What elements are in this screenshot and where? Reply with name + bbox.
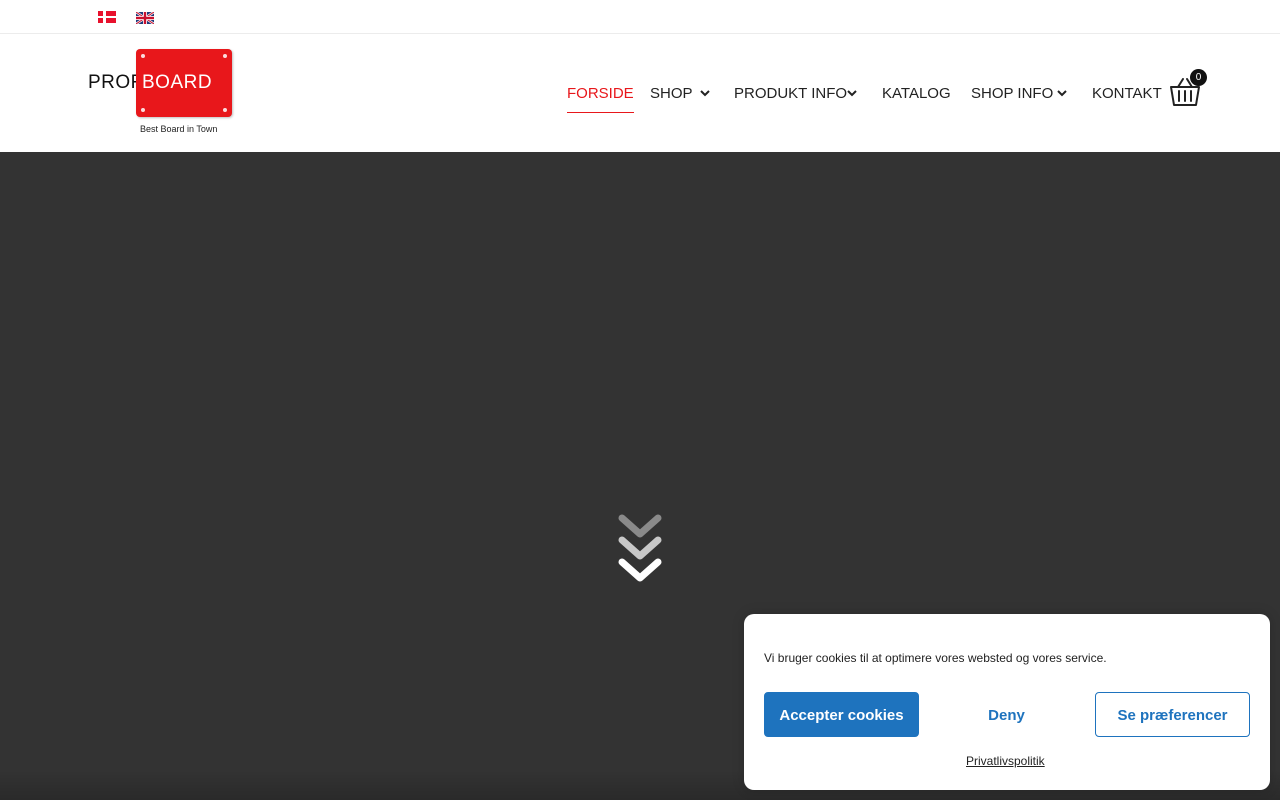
logo-board-panel: BOARD bbox=[136, 49, 232, 117]
site-header: PROF BOARD Best Board in Town FORSIDE SH… bbox=[0, 34, 1280, 152]
cart-count-badge: 0 bbox=[1190, 69, 1207, 86]
cookie-message: Vi bruger cookies til at optimere vores … bbox=[764, 651, 1107, 665]
nav-item-produkt-info[interactable]: PRODUKT INFO bbox=[734, 85, 847, 103]
double-chevron-down-icon[interactable] bbox=[616, 512, 664, 584]
danish-flag-icon[interactable] bbox=[98, 11, 116, 23]
nav-item-katalog[interactable]: KATALOG bbox=[882, 85, 951, 103]
cookie-preferences-button[interactable]: Se præferencer bbox=[1095, 692, 1250, 737]
nav-item-shop-info[interactable]: SHOP INFO bbox=[971, 85, 1053, 103]
nav-item-kontakt[interactable]: KONTAKT bbox=[1092, 85, 1162, 103]
chevron-down-icon[interactable] bbox=[845, 86, 859, 100]
chevron-down-icon[interactable] bbox=[1055, 86, 1069, 100]
language-bar bbox=[0, 0, 1280, 34]
logo-board-text: BOARD bbox=[142, 72, 213, 93]
cookie-consent-dialog: Vi bruger cookies til at optimere vores … bbox=[744, 614, 1270, 790]
accept-cookies-button[interactable]: Accepter cookies bbox=[764, 692, 919, 737]
uk-flag-icon[interactable] bbox=[135, 11, 155, 25]
nav-item-shop[interactable]: SHOP bbox=[650, 85, 693, 103]
deny-cookies-button[interactable]: Deny bbox=[929, 692, 1084, 737]
nav-item-forside[interactable]: FORSIDE bbox=[567, 85, 634, 113]
privacy-policy-link[interactable]: Privatlivspolitik bbox=[966, 754, 1045, 768]
logo-tagline: Best Board in Town bbox=[140, 124, 218, 134]
chevron-down-icon[interactable] bbox=[698, 86, 712, 100]
profboard-logo[interactable]: PROF BOARD Best Board in Town bbox=[88, 48, 238, 136]
logo-prefix-text: PROF bbox=[88, 72, 143, 93]
